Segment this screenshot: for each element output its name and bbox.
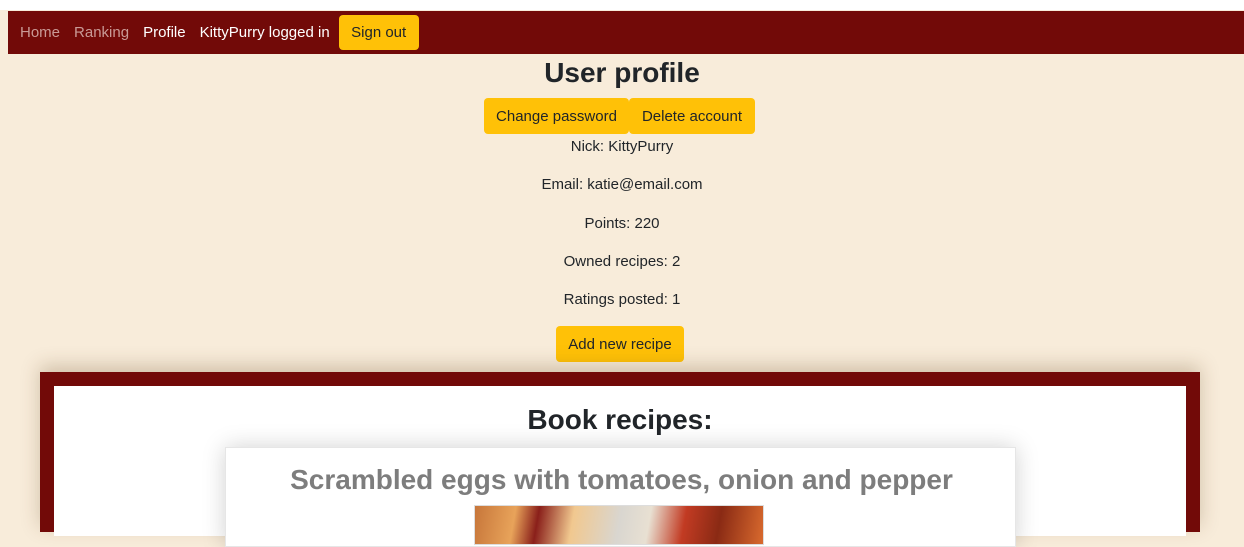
nav-profile-link[interactable]: Profile: [143, 24, 186, 41]
add-recipe-button[interactable]: Add new recipe: [556, 326, 684, 362]
book-recipes-section: Book recipes: Scrambled eggs with tomato…: [40, 372, 1200, 547]
logged-in-status: KittyPurry logged in: [199, 24, 330, 41]
profile-ratings-posted: Ratings posted: 1: [563, 291, 681, 308]
recipe-title[interactable]: Scrambled eggs with tomatoes, onion and …: [226, 464, 1017, 496]
sign-out-button[interactable]: Sign out: [338, 15, 419, 50]
nav-ranking-link[interactable]: Ranking: [74, 24, 129, 41]
recipe-image[interactable]: [474, 505, 764, 545]
top-strip: [0, 0, 1244, 10]
account-actions: Change password Delete account: [484, 98, 755, 134]
navbar: Home Ranking Profile KittyPurry logged i…: [8, 11, 1244, 54]
profile-email: Email: katie@email.com: [541, 176, 703, 193]
delete-account-button[interactable]: Delete account: [629, 98, 755, 134]
profile-nick: Nick: KittyPurry: [570, 138, 674, 155]
change-password-button[interactable]: Change password: [484, 98, 629, 134]
book-recipes-panel: Book recipes: Scrambled eggs with tomato…: [54, 386, 1186, 547]
profile-owned-recipes: Owned recipes: 2: [563, 253, 681, 270]
recipe-card[interactable]: Scrambled eggs with tomatoes, onion and …: [225, 447, 1016, 547]
page-title: User profile: [544, 57, 700, 88]
book-recipes-title: Book recipes:: [527, 404, 713, 435]
profile-points: Points: 220: [584, 215, 660, 232]
nav-home-link[interactable]: Home: [20, 24, 60, 41]
